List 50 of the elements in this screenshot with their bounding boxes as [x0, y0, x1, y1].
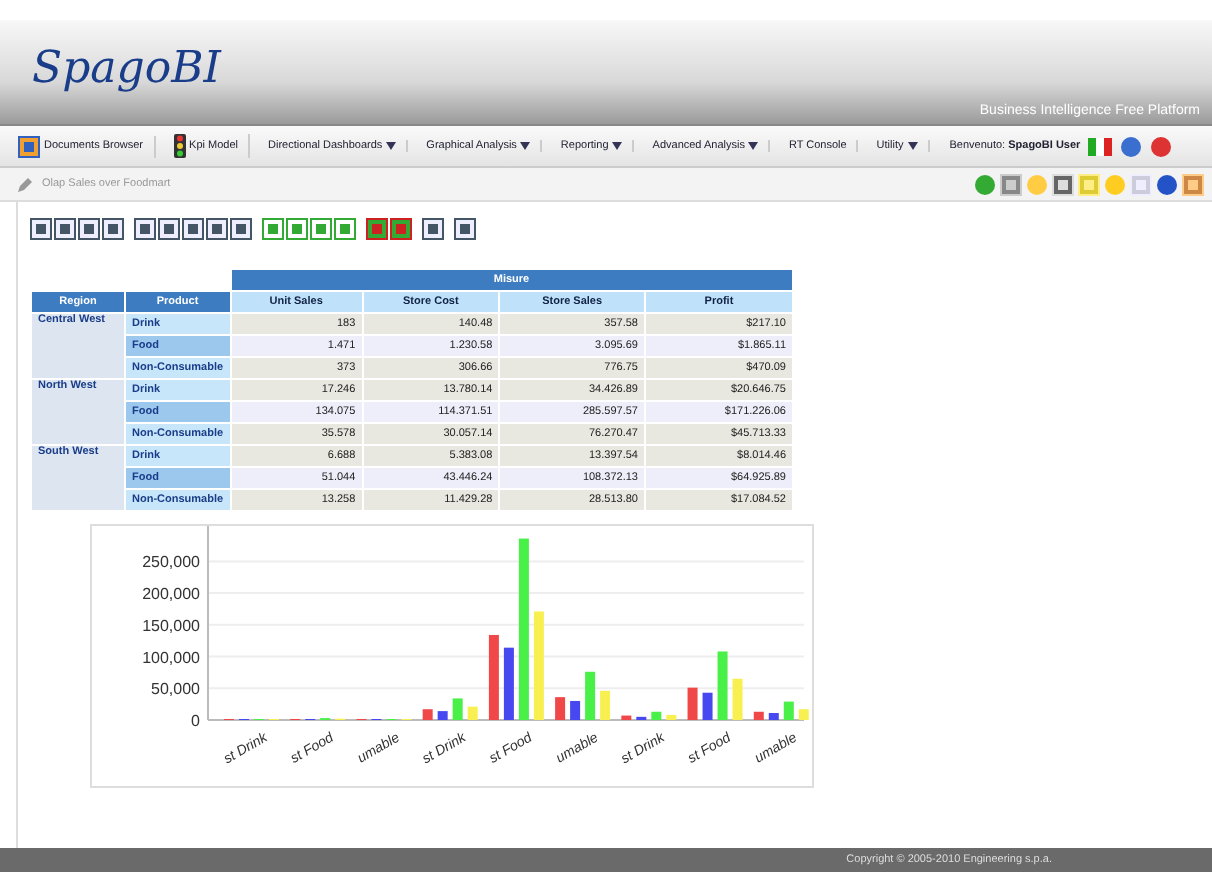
square-icon[interactable]: [422, 218, 444, 240]
round-icon[interactable]: [974, 173, 996, 195]
bar: [651, 711, 662, 720]
flag-icon[interactable]: [1088, 137, 1113, 155]
bar: [753, 711, 764, 720]
square-icon[interactable]: [158, 218, 180, 240]
bar: [503, 647, 514, 720]
bar: [732, 678, 743, 720]
bar: [621, 715, 632, 720]
bar: [798, 709, 809, 720]
folders-icon: [18, 135, 40, 157]
axis-tick-label: 100,000: [142, 648, 200, 667]
square-icon[interactable]: [182, 218, 204, 240]
square-icon[interactable]: [454, 218, 476, 240]
bar: [768, 713, 779, 720]
axis-tick-label: 200,000: [142, 585, 200, 604]
bar: [533, 611, 544, 720]
square-icon[interactable]: [78, 218, 100, 240]
bar: [570, 700, 581, 720]
bar: [783, 701, 794, 720]
bar: [437, 711, 448, 720]
logo: SpagoBI: [32, 42, 221, 94]
bar: [452, 698, 463, 720]
axis-tick-label: 50,000: [151, 680, 200, 699]
bar: [555, 697, 566, 720]
traffic-light-icon: [173, 134, 186, 158]
square-icon[interactable]: [206, 218, 228, 240]
pencil-icon: [16, 175, 34, 193]
square-icon[interactable]: [262, 218, 284, 240]
bar: [467, 706, 478, 720]
square-icon[interactable]: [30, 218, 52, 240]
bar: [717, 651, 728, 720]
bar: [687, 687, 698, 720]
square-icon[interactable]: [286, 218, 308, 240]
bar: [422, 709, 433, 720]
square-icon[interactable]: [334, 218, 356, 240]
bar: [702, 692, 713, 720]
axis-tick-label: 0: [191, 712, 200, 730]
round-icon[interactable]: [1156, 173, 1178, 195]
axis-tick-label: 250,000: [142, 553, 200, 572]
square-icon[interactable]: [310, 218, 332, 240]
square-icon[interactable]: [54, 218, 76, 240]
square-icon[interactable]: [230, 218, 252, 240]
bar: [600, 690, 611, 720]
axis-tick-label: 150,000: [142, 616, 200, 635]
bar: [488, 635, 499, 720]
square-icon[interactable]: [134, 218, 156, 240]
bar: [585, 671, 596, 720]
square-icon[interactable]: [102, 218, 124, 240]
bar: [666, 714, 677, 720]
